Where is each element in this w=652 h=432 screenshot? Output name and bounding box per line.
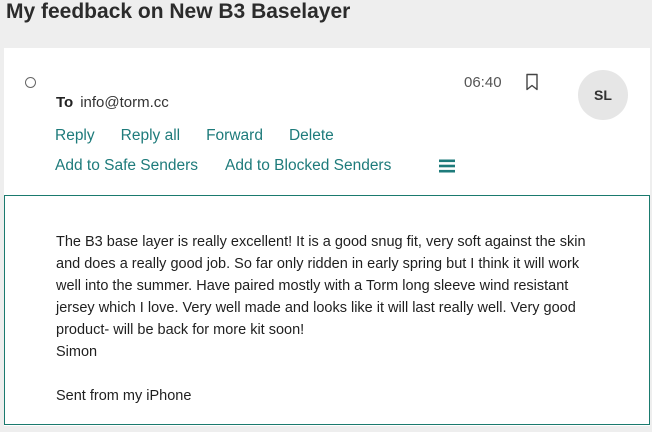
forward-button[interactable]: Forward [206,127,263,144]
add-blocked-senders-button[interactable]: Add to Blocked Senders [225,157,391,174]
recipient-address: info@torm.cc [80,94,169,111]
action-row-primary: Reply Reply all Forward Delete [55,127,334,145]
reply-button[interactable]: Reply [55,127,95,144]
sender-avatar[interactable]: SL [578,70,628,120]
delete-button[interactable]: Delete [289,127,334,144]
hamburger-menu-icon[interactable] [438,158,456,174]
bookmark-icon[interactable] [524,73,540,91]
body-paragraph: The B3 base layer is really excellent! I… [56,234,586,338]
reply-all-button[interactable]: Reply all [121,127,180,144]
email-time: 06:40 [464,74,502,91]
add-safe-senders-button[interactable]: Add to Safe Senders [55,157,198,174]
action-row-secondary: Add to Safe Senders Add to Blocked Sender… [55,157,391,175]
email-body-text: The B3 base layer is really excellent! I… [56,231,601,407]
read-status-circle-icon[interactable] [25,77,36,88]
email-subject: My feedback on New B3 Baselayer [6,0,351,23]
email-signature: Sent from my iPhone [56,388,192,404]
email-card: To info@torm.cc 06:40 SL Reply Reply all Fo… [4,48,650,426]
email-body: The B3 base layer is really excellent! I… [4,195,650,425]
body-sender-name: Simon [56,344,98,360]
recipient-line: To info@torm.cc [56,94,169,111]
to-label: To [56,94,74,111]
